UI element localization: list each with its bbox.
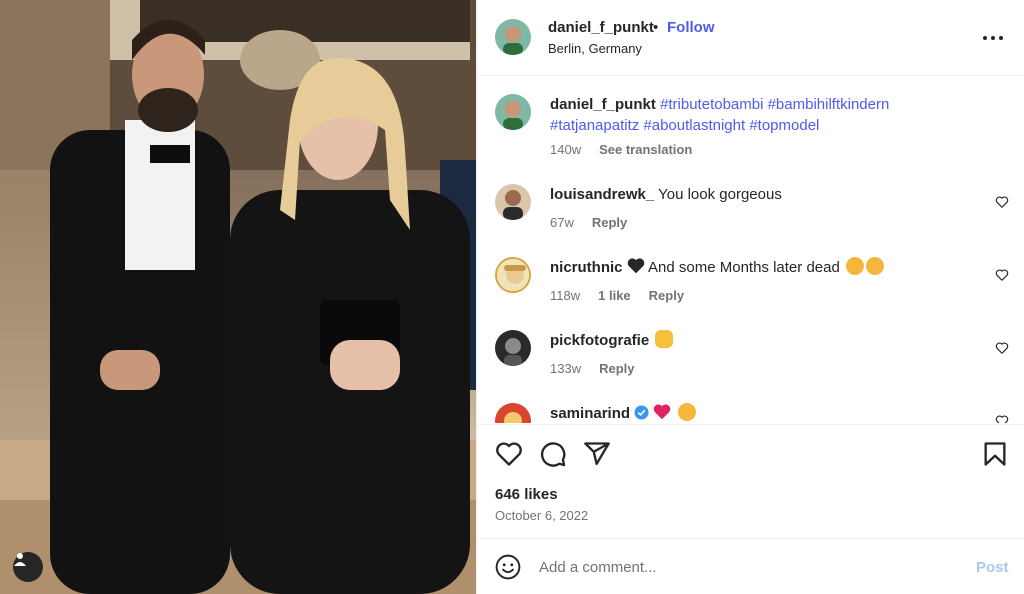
comment-meta: 133w Reply xyxy=(550,361,634,376)
comment-avatar[interactable] xyxy=(495,184,531,220)
comment-input[interactable] xyxy=(537,555,937,579)
comment-avatar-image xyxy=(495,330,531,366)
comment-text: louisandrewk_ You look gorgeous xyxy=(550,184,990,205)
comment-meta: 118w 1 like Reply xyxy=(550,288,684,303)
reply-button[interactable]: Reply xyxy=(592,215,627,230)
comment-avatar[interactable] xyxy=(495,257,531,293)
caption-meta: 140w See translation xyxy=(550,142,692,157)
user-icon xyxy=(14,553,26,566)
post-photo xyxy=(0,0,476,594)
post-comment-button[interactable]: Post xyxy=(976,559,1009,576)
separator-dot: • xyxy=(653,19,659,36)
like-heart-icon[interactable] xyxy=(495,440,523,468)
comment-bubble-icon[interactable] xyxy=(539,440,567,468)
comment-likes[interactable]: 1 like xyxy=(598,288,631,303)
author-avatar[interactable] xyxy=(495,19,531,55)
author-avatar-image xyxy=(495,19,531,55)
emoji-picker-icon[interactable] xyxy=(495,554,521,580)
post-header: daniel_f_punkt • Follow Berlin, Germany xyxy=(477,0,1024,76)
caption-username[interactable]: daniel_f_punkt xyxy=(550,96,656,113)
sad-face-icon xyxy=(845,257,864,275)
comment-avatar[interactable] xyxy=(495,403,531,423)
like-comment-heart-icon[interactable] xyxy=(995,341,1009,355)
comment-avatar-image xyxy=(495,184,531,220)
author-username[interactable]: daniel_f_punkt xyxy=(548,19,654,36)
caption-hashtags-2[interactable]: #tatjanapatitz #aboutlastnight #topmodel xyxy=(550,117,819,134)
caption-age: 140w xyxy=(550,142,582,157)
black-heart-icon xyxy=(627,258,644,274)
comment-item: saminarind xyxy=(477,403,1024,423)
comment-avatar-image xyxy=(495,403,531,423)
comment-text: saminarind xyxy=(550,403,990,423)
sad-face-icon xyxy=(865,257,884,275)
add-comment-bar: Post xyxy=(477,538,1024,594)
clapping-hands-icon xyxy=(655,330,674,348)
comment-username[interactable]: saminarind xyxy=(550,405,630,422)
photo-illustration xyxy=(0,0,476,594)
comments-list[interactable]: daniel_f_punkt #tributetobambi #bambihil… xyxy=(477,77,1024,423)
post-date[interactable]: October 6, 2022 xyxy=(495,508,588,523)
comment-item: pickfotografie 133w Reply xyxy=(477,330,1024,390)
like-comment-heart-icon[interactable] xyxy=(995,195,1009,209)
caption: daniel_f_punkt #tributetobambi #bambihil… xyxy=(477,77,1024,167)
comment-item: louisandrewk_ You look gorgeous 67w Reply xyxy=(477,184,1024,244)
comment-username[interactable]: nicruthnic xyxy=(550,259,623,276)
comment-age: 133w xyxy=(550,361,582,376)
reply-button[interactable]: Reply xyxy=(649,288,684,303)
red-heart-icon xyxy=(654,404,671,420)
comment-avatar[interactable] xyxy=(495,330,531,366)
comment-avatar-image xyxy=(497,259,529,291)
caption-avatar[interactable] xyxy=(495,94,531,130)
reply-button[interactable]: Reply xyxy=(599,361,634,376)
comment-age: 67w xyxy=(550,215,574,230)
comment-age: 118w xyxy=(550,288,581,303)
verified-badge-icon xyxy=(634,405,649,420)
comment-text: pickfotografie xyxy=(550,330,990,351)
comment-text: nicruthnic And some Months later dead xyxy=(550,257,990,278)
caption-text: daniel_f_punkt #tributetobambi #bambihil… xyxy=(550,94,990,136)
more-options-icon[interactable] xyxy=(983,35,1003,41)
comment-username[interactable]: louisandrewk_ xyxy=(550,186,654,203)
like-comment-heart-icon[interactable] xyxy=(995,414,1009,423)
see-translation-button[interactable]: See translation xyxy=(599,142,692,157)
share-send-icon[interactable] xyxy=(583,440,611,468)
caption-hashtags-1[interactable]: #tributetobambi #bambihilftkindern xyxy=(660,96,889,113)
comment-username[interactable]: pickfotografie xyxy=(550,332,649,349)
post-actions: 646 likes October 6, 2022 xyxy=(477,424,1024,538)
follow-button[interactable]: Follow xyxy=(667,19,715,36)
heart-eyes-icon xyxy=(677,403,696,421)
post-location[interactable]: Berlin, Germany xyxy=(548,41,642,56)
tagged-users-button[interactable] xyxy=(13,552,43,582)
post-side-panel: daniel_f_punkt • Follow Berlin, Germany … xyxy=(476,0,1024,594)
like-comment-heart-icon[interactable] xyxy=(995,268,1009,282)
comment-body: You look gorgeous xyxy=(658,186,782,203)
comment-meta: 67w Reply xyxy=(550,215,627,230)
comment-item: nicruthnic And some Months later dead 11… xyxy=(477,257,1024,317)
instagram-post-dialog: daniel_f_punkt • Follow Berlin, Germany … xyxy=(0,0,1024,594)
save-bookmark-icon[interactable] xyxy=(981,440,1009,468)
caption-avatar-image xyxy=(495,94,531,130)
comment-body: And some Months later dead xyxy=(648,259,840,276)
likes-count[interactable]: 646 likes xyxy=(495,486,558,503)
